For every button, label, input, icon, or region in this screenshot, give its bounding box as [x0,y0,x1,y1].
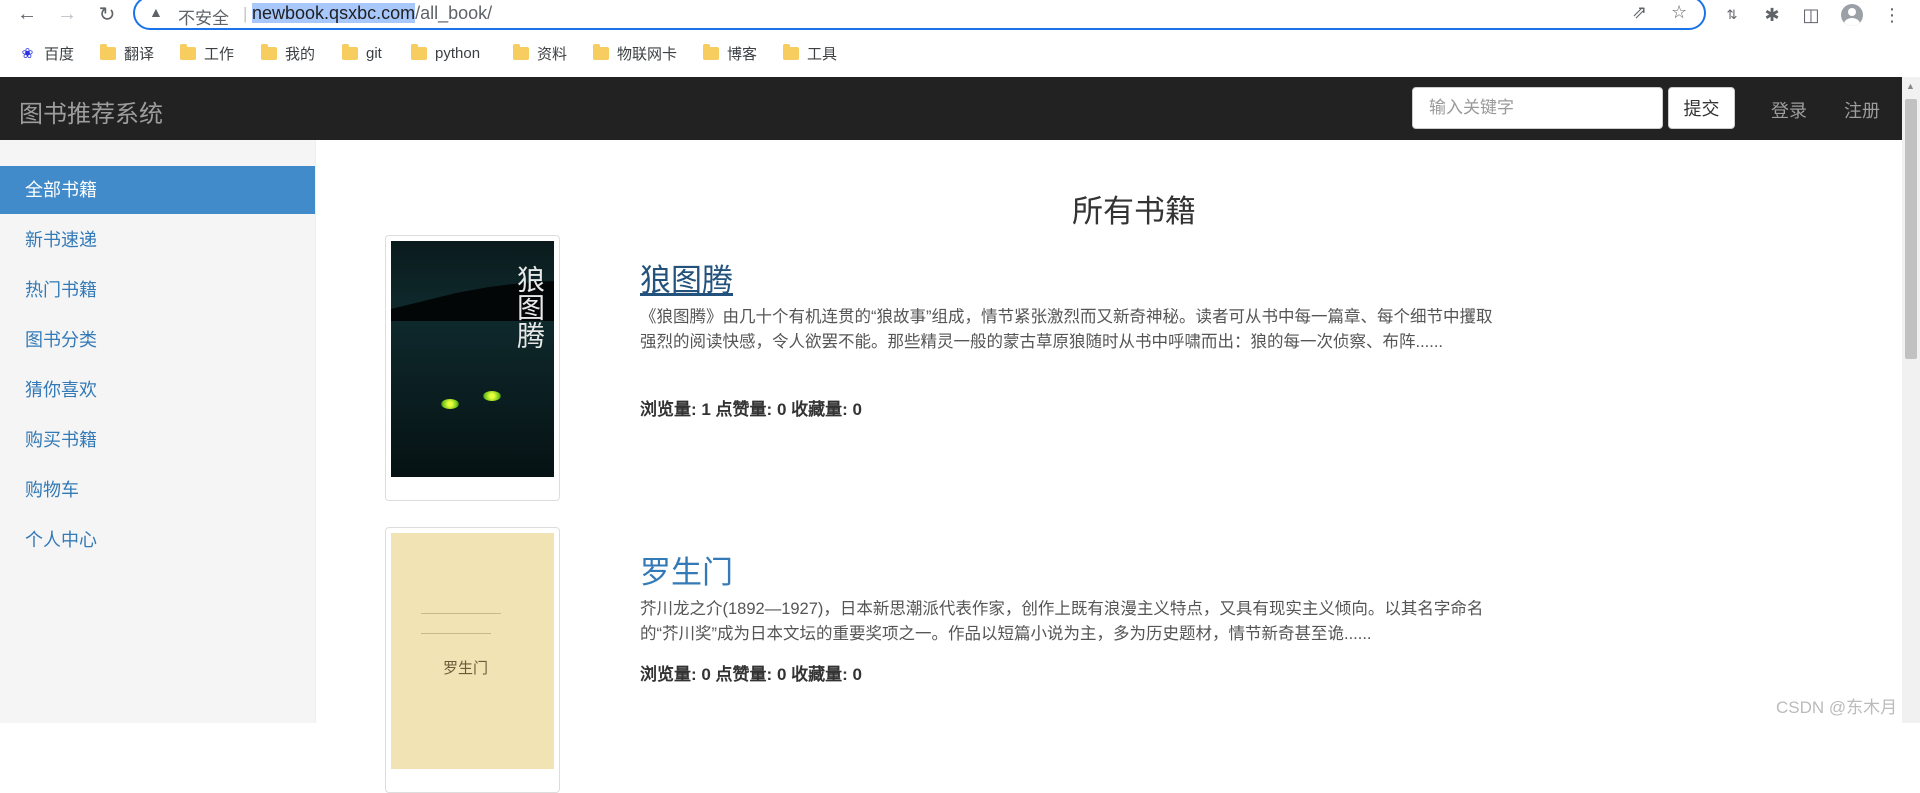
url-host: newbook.qsxbc.com [252,3,416,23]
baidu-icon: ❀ [21,44,34,61]
sidebar-item-hot-books[interactable]: 热门书籍 [0,266,315,314]
folder-icon [703,43,719,60]
url-path: /all_book/ [415,3,493,23]
browser-toolbar: ← → ↻ ▲ 不安全 | newbook.qsxbc.com/all_book… [0,0,1920,30]
register-link[interactable]: 注册 [1844,97,1880,123]
share-icon[interactable]: ⇗ [1632,2,1647,23]
scroll-thumb[interactable] [1905,99,1917,359]
forward-icon[interactable]: → [52,0,82,28]
back-icon[interactable]: ← [12,0,42,28]
not-secure-label[interactable]: 不安全 [178,4,229,29]
book-cover[interactable]: 罗生门 [385,527,560,793]
book-stats: 浏览量: 1 点赞量: 0 收藏量: 0 [640,400,862,419]
profile-icon[interactable] [1838,2,1866,28]
sidebar: 全部书籍 新书速递 热门书籍 图书分类 猜你喜欢 购买书籍 购物车 个人中心 [0,140,316,723]
submit-button[interactable]: 提交 [1668,87,1735,129]
bookmark-folder[interactable]: git [342,42,382,64]
book-description: 芥川龙之介(1892—1927)，日本新思潮派代表作家，创作上既有浪漫主义特点，… [640,600,1484,643]
sidebar-item-cart[interactable]: 购物车 [0,466,315,514]
folder-icon [783,43,799,60]
book-stats: 浏览量: 0 点赞量: 0 收藏量: 0 [640,665,862,684]
cover-title: 狼图腾 [513,265,546,349]
bookmark-folder[interactable]: 博客 [703,42,757,64]
bookmark-folder[interactable]: 工作 [180,42,234,64]
menu-icon[interactable]: ⋮ [1878,2,1906,28]
sidebar-item-categories[interactable]: 图书分类 [0,316,315,364]
folder-icon [411,43,427,60]
watermark: CSDN @东木月 [1776,698,1898,717]
sidebar-item-all-books[interactable]: 全部书籍 [0,166,315,214]
separator: | [243,4,248,23]
page-scrollbar[interactable]: ▲ [1902,77,1920,723]
sidebar-item-profile[interactable]: 个人中心 [0,516,315,564]
folder-icon [593,43,609,60]
sidebar-item-recommend[interactable]: 猜你喜欢 [0,366,315,414]
site-navbar: 图书推荐系统 提交 登录 注册 [0,77,1902,140]
sidebar-item-buy[interactable]: 购买书籍 [0,416,315,464]
reload-icon[interactable]: ↻ [92,0,122,28]
extensions-icon[interactable]: ✱ [1758,2,1786,28]
book-cover[interactable]: 狼图腾 [385,235,560,501]
sidebar-item-new-books[interactable]: 新书速递 [0,216,315,264]
folder-icon [261,43,277,60]
book-title-link[interactable]: 罗生门 [640,547,733,592]
book-description: 《狼图腾》由几十个有机连贯的“狼故事”组成，情节紧张激烈而又新奇神秘。读者可从书… [640,308,1493,351]
warning-icon: ▲ [149,4,163,20]
url-text[interactable]: newbook.qsxbc.com/all_book/ [252,3,492,24]
cover-title: 罗生门 [443,659,489,677]
login-link[interactable]: 登录 [1771,97,1807,123]
folder-icon [513,43,529,60]
bookmark-folder[interactable]: 物联网卡 [593,42,677,64]
search-input[interactable] [1412,87,1663,129]
translate-icon[interactable]: ⇅ [1718,2,1746,28]
bookmark-folder[interactable]: 资料 [513,42,567,64]
bookmarks-bar: ❀ 百度 翻译 工作 我的 git python 资料 物联网卡 博客 工具 [0,38,1920,68]
star-icon[interactable]: ☆ [1671,2,1687,23]
side-panel-icon[interactable]: ◫ [1797,2,1825,28]
folder-icon [342,43,358,60]
scroll-up-icon[interactable]: ▲ [1906,81,1915,91]
folder-icon [100,43,116,60]
book-title-link[interactable]: 狼图腾 [640,255,733,300]
bookmark-folder[interactable]: 翻译 [100,42,154,64]
address-bar[interactable]: ▲ 不安全 | newbook.qsxbc.com/all_book/ ⇗ ☆ [133,0,1706,30]
site-brand[interactable]: 图书推荐系统 [19,94,163,129]
folder-icon [180,43,196,60]
bookmark-folder[interactable]: 我的 [261,42,315,64]
bookmark-folder[interactable]: python [411,42,480,64]
page-title: 所有书籍 [1072,194,1196,229]
bookmark-folder[interactable]: 工具 [783,42,837,64]
bookmark-baidu[interactable]: ❀ 百度 [19,42,74,64]
